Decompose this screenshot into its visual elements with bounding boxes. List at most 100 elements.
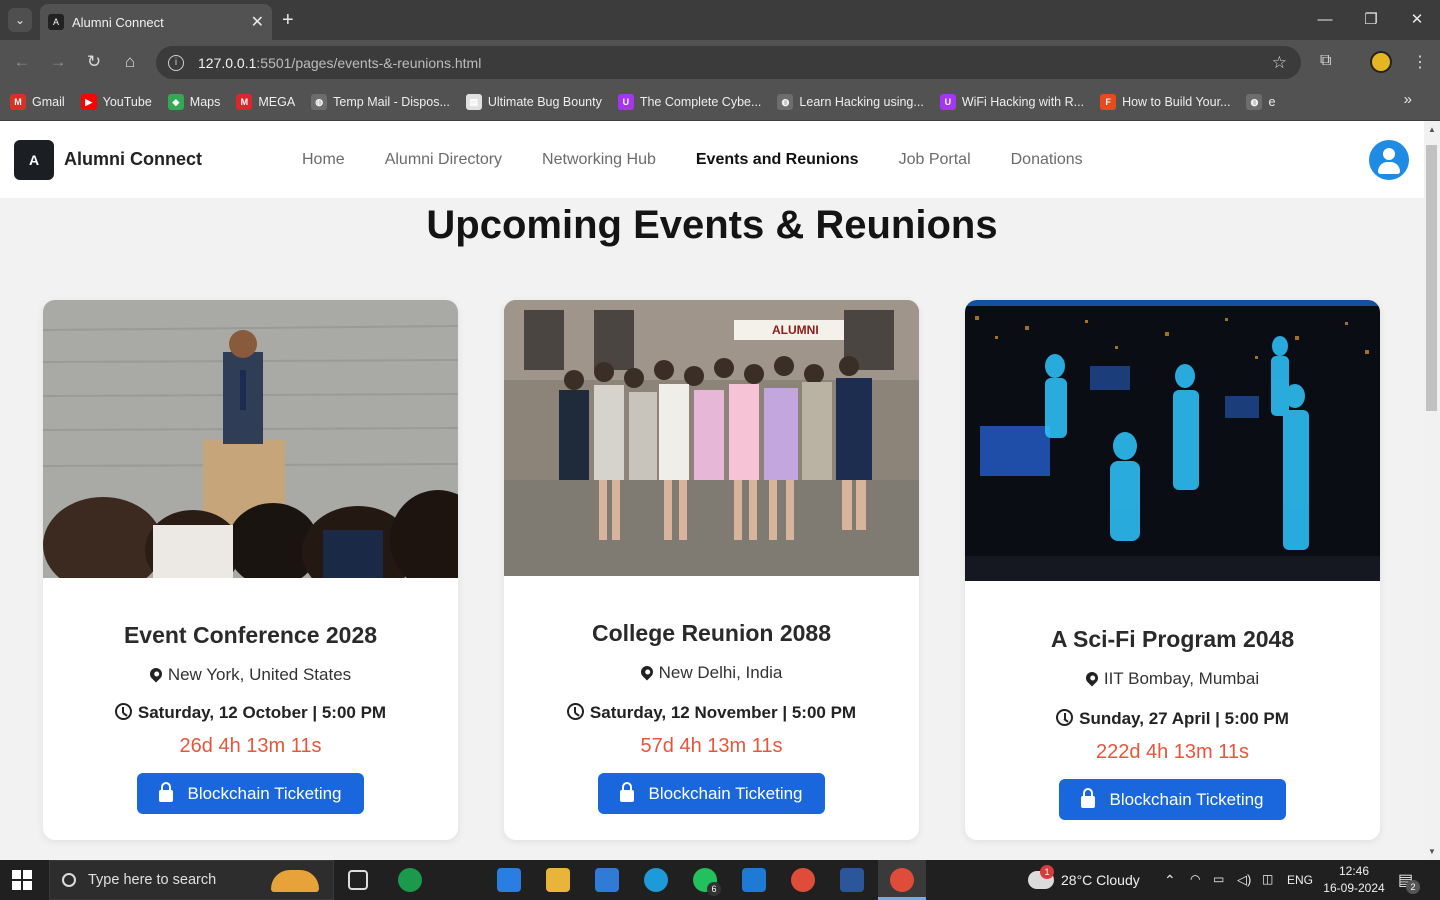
tab-close-icon[interactable]: ✕ <box>251 12 264 32</box>
notifications-icon[interactable]: ▤ 2 <box>1398 870 1420 894</box>
location-pin-icon <box>638 663 656 681</box>
browser-tab-active[interactable]: A Alumni Connect ✕ <box>40 4 272 40</box>
battery-icon[interactable]: ▭ <box>1213 872 1224 886</box>
vscode-icon[interactable] <box>742 868 766 892</box>
whatsapp-icon[interactable]: 6 <box>693 868 721 896</box>
extensions-icon[interactable]: ⧉ <box>1320 52 1331 70</box>
language-indicator[interactable]: ENG <box>1287 873 1313 887</box>
nav-link-job-portal[interactable]: Job Portal <box>899 151 971 169</box>
lock-icon <box>620 782 635 802</box>
hologram-people-image <box>965 300 1380 581</box>
site-navbar: A Alumni Connect Home Alumni Directory Net… <box>0 121 1424 198</box>
bookmark-star-icon[interactable]: ☆ <box>1272 53 1287 73</box>
meet-now-icon[interactable]: ◫ <box>1262 872 1273 886</box>
volume-icon[interactable]: ◁) <box>1237 872 1251 888</box>
microsoft-store-icon[interactable] <box>497 868 521 892</box>
bookmark-item[interactable]: F How to Build Your... <box>1100 94 1230 110</box>
windows-taskbar: Type here to search 6 1 28°C Cloudy ⌃ ◠ … <box>0 860 1440 900</box>
new-tab-icon[interactable]: + <box>282 8 294 32</box>
bookmark-item[interactable]: ◆ Maps <box>167 94 220 110</box>
gmail-icon: M <box>10 94 26 110</box>
event-countdown: 57d 4h 13m 11s <box>640 735 783 757</box>
udemy-icon: U <box>617 94 634 110</box>
forward-arrow-icon[interactable]: → <box>46 50 70 74</box>
blockchain-ticketing-button[interactable]: Blockchain Ticketing <box>598 773 825 814</box>
search-highlight-icon <box>271 870 319 892</box>
event-title: Event Conference 2028 <box>123 622 378 648</box>
url-text[interactable]: 127.0.0.1:5501/pages/events-&-reunions.h… <box>198 55 481 71</box>
nav-link-donations[interactable]: Donations <box>1011 151 1083 169</box>
event-location: New York, United States <box>43 665 458 685</box>
weather-cloud-icon[interactable]: 1 <box>1028 865 1054 889</box>
event-title: College Reunion 2088 <box>591 620 831 646</box>
alumni-group-image: ALUMNI <box>504 300 919 576</box>
page-title: Upcoming Events & Reunions <box>426 203 998 247</box>
bookmark-label: The Complete Cybe... <box>639 95 762 109</box>
site-info-icon[interactable]: i <box>168 54 184 71</box>
app-green-leaf-icon[interactable] <box>398 868 422 892</box>
site-logo-icon[interactable]: A <box>14 140 54 180</box>
bookmark-item[interactable]: U The Complete Cybe... <box>617 94 762 110</box>
bookmark-item[interactable]: U WiFi Hacking with R... <box>939 94 1085 110</box>
weather-text[interactable]: 28°C Cloudy <box>1061 872 1140 888</box>
nav-link-events-and-reunions[interactable]: Events and Reunions <box>696 151 859 169</box>
mega-icon: M <box>236 94 253 110</box>
tray-overflow-icon[interactable]: ⌃ <box>1164 872 1176 889</box>
bookmark-label: MEGA <box>258 95 296 109</box>
close-window-icon[interactable]: ✕ <box>1394 6 1440 34</box>
bookmark-item[interactable]: ◍ Temp Mail - Dispos... <box>311 94 450 110</box>
lock-icon <box>1081 788 1096 808</box>
nav-link-home[interactable]: Home <box>302 151 345 169</box>
event-countdown: 26d 4h 13m 11s <box>179 735 322 757</box>
address-bar[interactable]: i 127.0.0.1:5501/pages/events-&-reunions… <box>156 46 1301 79</box>
bookmark-item[interactable]: ◍ Learn Hacking using... <box>777 94 924 110</box>
minimize-icon[interactable]: — <box>1302 6 1348 34</box>
scrollbar-thumb[interactable] <box>1426 145 1437 411</box>
wifi-icon[interactable]: ◠ <box>1190 872 1200 886</box>
chrome-profile-icon[interactable] <box>890 868 914 892</box>
back-arrow-icon[interactable]: ← <box>10 50 34 74</box>
udemy-icon: U <box>939 94 956 110</box>
scroll-up-icon[interactable]: ▲ <box>1428 125 1436 134</box>
bookmark-item[interactable]: M MEGA <box>236 94 295 110</box>
hackernoon-icon: F <box>1100 94 1117 110</box>
bookmark-item[interactable]: M Gmail <box>10 94 65 110</box>
nav-link-alumni-directory[interactable]: Alumni Directory <box>385 151 502 169</box>
chrome-menu-icon[interactable]: ⋮ <box>1412 52 1428 72</box>
edge-icon[interactable] <box>644 868 668 892</box>
page-scrollbar[interactable]: ▲ ▼ <box>1424 121 1440 859</box>
home-icon[interactable]: ⌂ <box>118 50 142 74</box>
nav-link-networking-hub[interactable]: Networking Hub <box>542 151 656 169</box>
mail-icon[interactable] <box>595 868 619 892</box>
chrome-icon[interactable] <box>791 868 815 892</box>
restore-icon[interactable]: ❐ <box>1348 6 1394 34</box>
bookmark-item[interactable]: ◍ e <box>1246 94 1275 110</box>
site-brand[interactable]: Alumni Connect <box>64 149 202 170</box>
globe-icon: ◍ <box>1246 94 1263 110</box>
bookmark-item[interactable]: ▶ YouTube <box>80 94 152 110</box>
bookmarks-overflow-icon[interactable]: » <box>1404 91 1412 108</box>
bookmark-label: Temp Mail - Dispos... <box>333 95 450 109</box>
bookmark-label: WiFi Hacking with R... <box>961 95 1085 109</box>
blockchain-ticketing-button[interactable]: Blockchain Ticketing <box>1059 779 1286 820</box>
word-icon[interactable] <box>840 868 864 892</box>
scroll-down-icon[interactable]: ▼ <box>1428 847 1436 856</box>
windows-start-icon[interactable] <box>12 870 32 890</box>
blockchain-ticketing-button[interactable]: Blockchain Ticketing <box>137 773 364 814</box>
clock-icon <box>1056 709 1074 726</box>
file-explorer-icon[interactable] <box>546 868 570 892</box>
reload-icon[interactable]: ↻ <box>82 50 106 74</box>
taskbar-search-box[interactable]: Type here to search <box>49 860 334 900</box>
task-view-icon[interactable] <box>348 870 368 890</box>
bookmark-label: Ultimate Bug Bounty <box>487 95 602 109</box>
clock-date[interactable]: 12:46 16-09-2024 <box>1318 863 1390 897</box>
chrome-profile-avatar[interactable] <box>1370 51 1392 73</box>
tab-search-dropdown[interactable]: ⌄ <box>8 8 32 32</box>
whatsapp-badge: 6 <box>707 882 721 896</box>
page-viewport: A Alumni Connect Home Alumni Directory Net… <box>0 121 1424 859</box>
youtube-icon: ▶ <box>80 94 97 110</box>
profile-avatar-icon[interactable] <box>1369 140 1409 180</box>
event-card: Event Conference 2028 New York, United S… <box>43 300 458 840</box>
bookmark-item[interactable]: ▤ Ultimate Bug Bounty <box>465 94 602 110</box>
main-nav: Home Alumni Directory Networking Hub Events… <box>302 151 1123 169</box>
